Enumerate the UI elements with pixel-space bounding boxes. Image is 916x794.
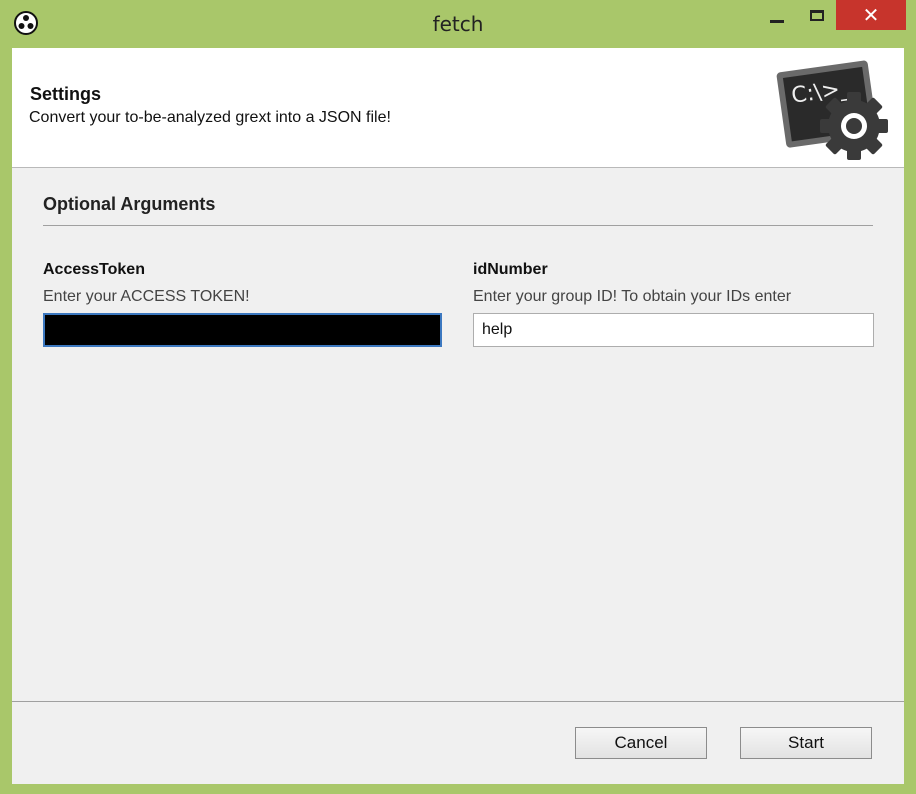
id-number-label: idNumber [473, 261, 548, 278]
page-title: Settings [30, 84, 102, 104]
maximize-button[interactable] [802, 0, 832, 30]
access-token-input[interactable] [43, 313, 442, 347]
id-number-input[interactable] [473, 313, 874, 347]
start-button[interactable]: Start [740, 727, 872, 759]
close-icon: ✕ [862, 3, 880, 27]
section-divider [43, 225, 873, 226]
maximize-icon [810, 9, 824, 21]
access-token-label: AccessToken [43, 261, 145, 278]
dialog-body: Settings Convert your to-be-analyzed gre… [12, 48, 904, 784]
dialog-header: Settings Convert your to-be-analyzed gre… [12, 48, 904, 168]
id-number-description: Enter your group ID! To obtain your IDs … [473, 288, 792, 305]
minimize-button[interactable] [762, 0, 792, 30]
app-window: fetch ✕ Settings Convert your to-be-anal… [0, 0, 916, 794]
footer-divider [12, 701, 904, 702]
section-title: Optional Arguments [43, 194, 216, 214]
access-token-description: Enter your ACCESS TOKEN! [43, 288, 250, 305]
cancel-button[interactable]: Cancel [575, 727, 707, 759]
close-button[interactable]: ✕ [836, 0, 906, 30]
minimize-icon [770, 19, 784, 23]
title-bar[interactable]: fetch ✕ [0, 0, 916, 48]
console-gear-icon: C:\>_ [776, 60, 888, 160]
page-subtitle: Convert your to-be-analyzed grext into a… [29, 109, 391, 126]
